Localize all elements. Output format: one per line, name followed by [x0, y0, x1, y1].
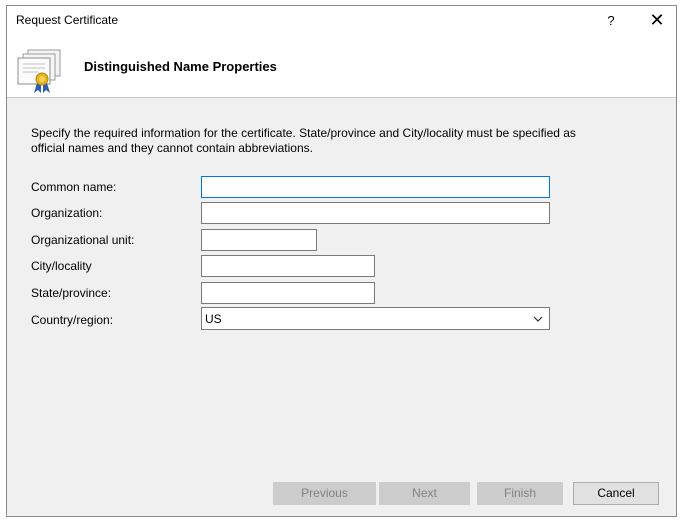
help-button[interactable]: ? — [593, 6, 629, 35]
wizard-header: Distinguished Name Properties — [7, 35, 676, 98]
common-name-label: Common name: — [31, 180, 117, 194]
chevron-down-icon — [533, 316, 543, 322]
page-title: Distinguished Name Properties — [84, 59, 277, 74]
organization-input[interactable] — [201, 202, 550, 224]
request-certificate-dialog: Request Certificate ? ✕ Distinguished Na… — [6, 5, 677, 517]
previous-button[interactable]: Previous — [273, 482, 376, 505]
state-province-input[interactable] — [201, 282, 375, 304]
window-title: Request Certificate — [16, 13, 119, 27]
organizational-unit-label: Organizational unit: — [31, 233, 135, 247]
city-locality-input[interactable] — [201, 255, 375, 277]
organization-label: Organization: — [31, 206, 103, 220]
country-region-select[interactable]: US — [201, 307, 550, 330]
close-button[interactable]: ✕ — [639, 6, 675, 35]
next-button[interactable]: Next — [379, 482, 470, 505]
state-province-label: State/province: — [31, 286, 112, 300]
certificate-icon — [17, 49, 61, 93]
instructions-text: Specify the required information for the… — [31, 126, 576, 155]
cancel-button[interactable]: Cancel — [573, 482, 659, 505]
country-region-label: Country/region: — [31, 313, 114, 327]
organizational-unit-input[interactable] — [201, 229, 317, 251]
common-name-input[interactable] — [201, 176, 550, 198]
finish-button[interactable]: Finish — [477, 482, 563, 505]
title-bar: Request Certificate ? ✕ — [7, 6, 676, 35]
wizard-footer: Previous Next Finish Cancel — [7, 476, 676, 518]
form-area: Specify the required information for the… — [7, 98, 676, 476]
city-locality-label: City/locality — [31, 259, 92, 273]
country-region-value: US — [205, 312, 222, 326]
